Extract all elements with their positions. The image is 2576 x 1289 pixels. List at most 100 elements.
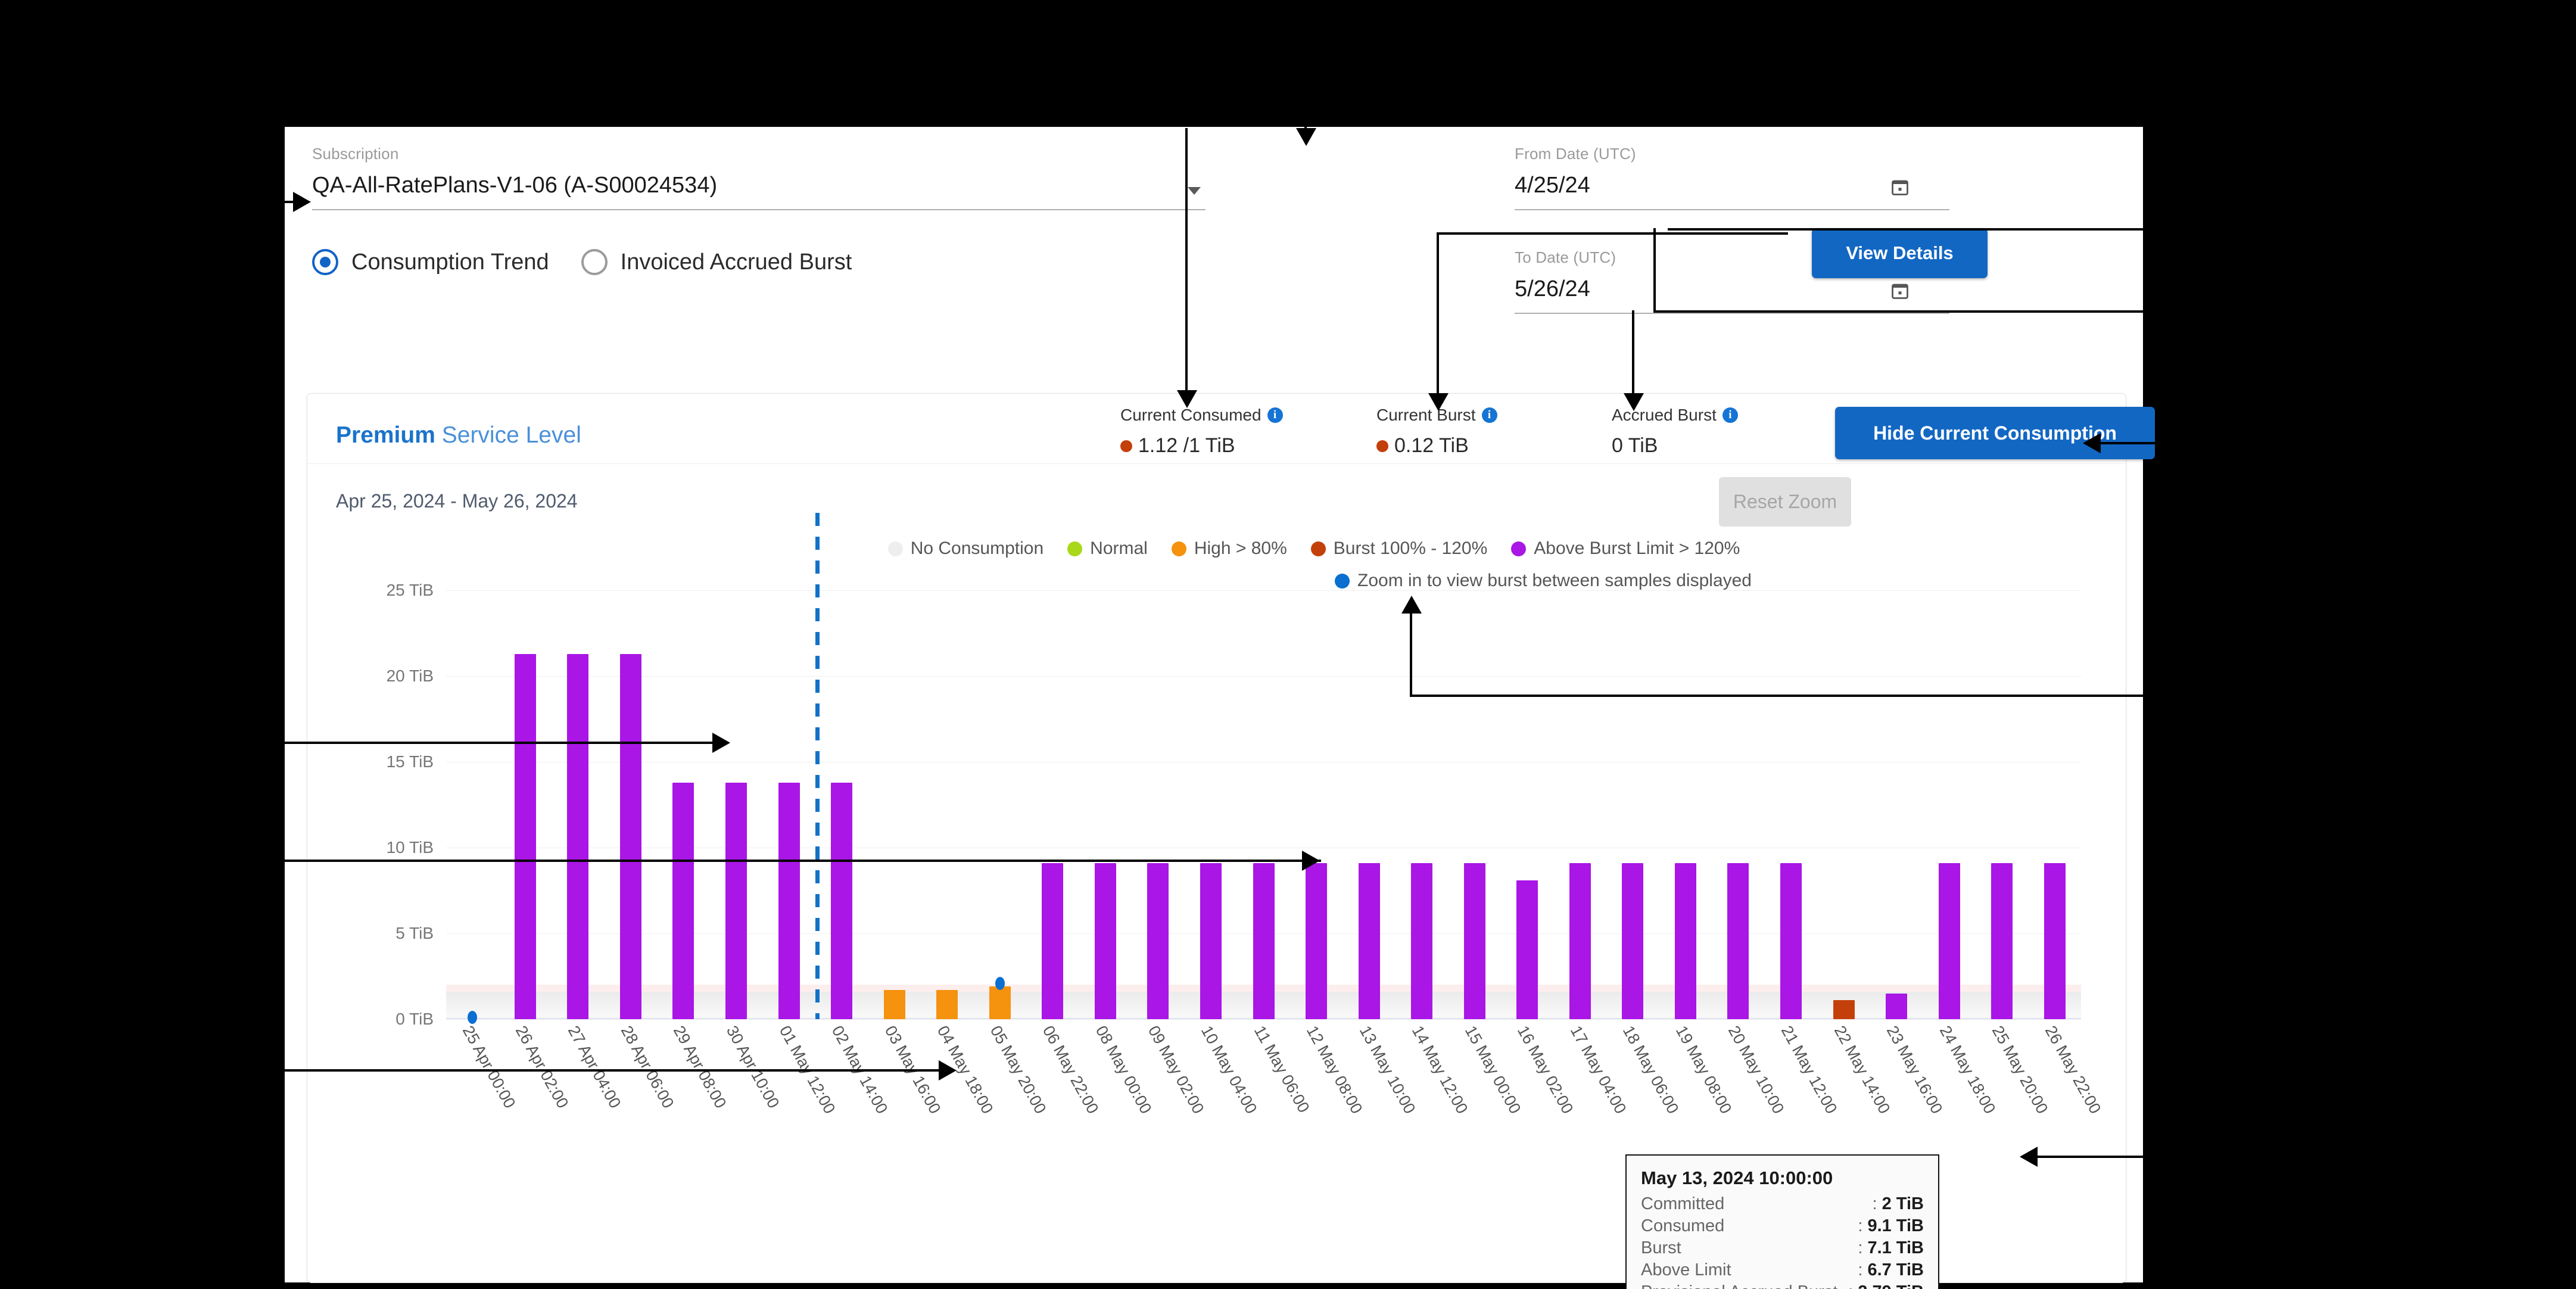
chart-bar[interactable] [672, 782, 694, 1019]
tooltip-row: Committed:2 TiB [1641, 1194, 1924, 1214]
subscription-label: Subscription [312, 145, 399, 163]
tooltip-separator: : [1872, 1194, 1877, 1213]
chart-tooltip: May 13, 2024 10:00:00 Committed:2 TiB Con… [1625, 1154, 1939, 1289]
annotation-line [2033, 1156, 2153, 1158]
chart-bar[interactable] [1463, 863, 1485, 1019]
chart-bar[interactable] [1886, 993, 1908, 1019]
service-level-name: Premium [336, 422, 435, 448]
from-date-input[interactable]: From Date (UTC) 4/25/24 [1515, 145, 1949, 210]
annotation-line [1437, 232, 1439, 405]
annotation-arrow [939, 1060, 957, 1081]
current-time-marker [815, 513, 820, 1019]
x-axis-tick-label: 28 Apr 06:00 [617, 1023, 678, 1111]
legend-item[interactable]: No Consumption [887, 538, 1044, 559]
chart-bar[interactable] [2044, 863, 2066, 1019]
chart-bar[interactable] [1569, 863, 1591, 1019]
consumption-card: Premium Service Level Current Consumed i… [307, 393, 2155, 1289]
radio-invoiced-accrued-burst[interactable]: Invoiced Accrued Burst [581, 249, 852, 275]
info-icon[interactable]: i [1481, 407, 1497, 423]
subscription-select[interactable]: Subscription QA-All-RatePlans-V1-06 (A-S… [312, 145, 1206, 210]
status-dot [1376, 440, 1388, 452]
x-axis-tick-label: 12 May 08:00 [1303, 1023, 1366, 1117]
chart-bar[interactable] [1622, 863, 1644, 1019]
chart-bar[interactable] [1833, 1000, 1855, 1019]
metric-value: 1.12 /1 TiB [1120, 434, 1283, 457]
chart-bar[interactable] [1411, 863, 1433, 1019]
info-icon[interactable]: i [1722, 407, 1738, 423]
chart-bar[interactable] [1358, 863, 1380, 1019]
chart-bar[interactable] [1094, 863, 1116, 1019]
tooltip-key: Burst [1641, 1238, 1681, 1257]
field-underline [1515, 209, 1949, 210]
x-axis-tick-label: 24 May 18:00 [1936, 1023, 1999, 1117]
view-details-button[interactable]: View Details [1812, 228, 1988, 278]
annotation-arrow [1296, 128, 1316, 146]
tooltip-title: May 13, 2024 10:00:00 [1641, 1167, 1833, 1188]
legend-label: No Consumption [910, 538, 1044, 558]
y-axis-tick-label: 0 TiB [395, 1010, 434, 1028]
annotation-line [2097, 442, 2174, 444]
legend-item[interactable]: High > 80% [1171, 538, 1287, 559]
hide-current-consumption-button[interactable]: Hide Current Consumption [1835, 407, 2155, 459]
chart-bar[interactable] [1147, 863, 1169, 1019]
info-icon[interactable]: i [1267, 407, 1283, 423]
annotation-arrow [1302, 851, 1320, 871]
plot-area[interactable] [446, 513, 2081, 1024]
legend-swatch-icon [1511, 541, 1527, 556]
metric-value-text: 0 TiB [1612, 434, 1658, 457]
x-axis-tick-label: 14 May 12:00 [1408, 1023, 1472, 1117]
tooltip-value: 2.79 TiB [1858, 1282, 1924, 1289]
legend-label: Normal [1090, 538, 1148, 558]
chart-bar[interactable] [725, 782, 747, 1019]
metric-label-text: Current Burst [1376, 406, 1476, 424]
gridline [446, 1019, 2081, 1020]
chart-bar[interactable] [936, 990, 958, 1019]
radio-consumption-trend[interactable]: Consumption Trend [312, 249, 549, 275]
legend-label: Above Burst Limit > 120% [1534, 538, 1740, 558]
subscription-value: QA-All-RatePlans-V1-06 (A-S00024534) [312, 173, 718, 198]
chart-bar[interactable] [1042, 863, 1064, 1019]
x-axis-tick-label: 22 May 14:00 [1830, 1023, 1893, 1117]
x-axis-tick-label: 25 Apr 00:00 [459, 1023, 519, 1111]
legend-item[interactable]: Above Burst Limit > 120% [1511, 538, 1740, 559]
tooltip-key: Above Limit [1641, 1260, 1731, 1279]
chart-bar[interactable] [989, 986, 1011, 1019]
chart-bar[interactable] [1727, 863, 1749, 1019]
chart-bar[interactable] [1674, 863, 1696, 1019]
chart-bar[interactable] [1780, 863, 1802, 1019]
chart-bar[interactable] [1938, 863, 1960, 1019]
y-axis-tick-label: 20 TiB [386, 667, 434, 685]
metric-accrued-burst: Accrued Burst i 0 TiB [1612, 406, 1738, 457]
calendar-icon[interactable] [1891, 178, 1909, 196]
chart-bar[interactable] [1200, 863, 1222, 1019]
chart-bar[interactable] [1516, 880, 1538, 1019]
chart-bar[interactable] [1253, 863, 1275, 1019]
tooltip-value: 7.1 TiB [1867, 1238, 1924, 1257]
chart-bar[interactable] [567, 653, 589, 1019]
legend-item[interactable]: Normal [1067, 538, 1148, 559]
annotation-arrow [1428, 393, 1449, 411]
legend-item[interactable]: Burst 100% - 120% [1310, 538, 1487, 559]
annotation-arrow [712, 733, 730, 753]
sample-marker-icon [468, 1011, 478, 1024]
radio-unselected-icon [581, 249, 608, 275]
metric-label: Current Consumed i [1120, 406, 1283, 425]
legend-swatch-icon [1335, 573, 1350, 589]
calendar-icon[interactable] [1891, 282, 1909, 300]
chart-bar[interactable] [883, 990, 905, 1019]
chart-bar[interactable] [619, 653, 641, 1019]
chart-bar[interactable] [831, 782, 853, 1019]
chart-bar[interactable] [778, 782, 800, 1019]
chevron-down-icon[interactable] [1188, 187, 1201, 195]
metric-value-text: 0.12 TiB [1394, 434, 1469, 457]
y-axis-tick-label: 15 TiB [386, 752, 434, 771]
x-axis-tick-label: 17 May 04:00 [1566, 1023, 1630, 1117]
chart-bar[interactable] [1991, 863, 2013, 1019]
chart-bar[interactable] [1306, 863, 1328, 1019]
annotation-arrow [293, 192, 311, 212]
chart-bar[interactable] [514, 653, 536, 1019]
x-axis-tick-label: 21 May 12:00 [1777, 1023, 1841, 1117]
tooltip-separator: : [1858, 1216, 1863, 1235]
x-axis-tick-label: 10 May 04:00 [1197, 1023, 1261, 1117]
x-axis-tick-label: 30 Apr 10:00 [722, 1023, 783, 1111]
